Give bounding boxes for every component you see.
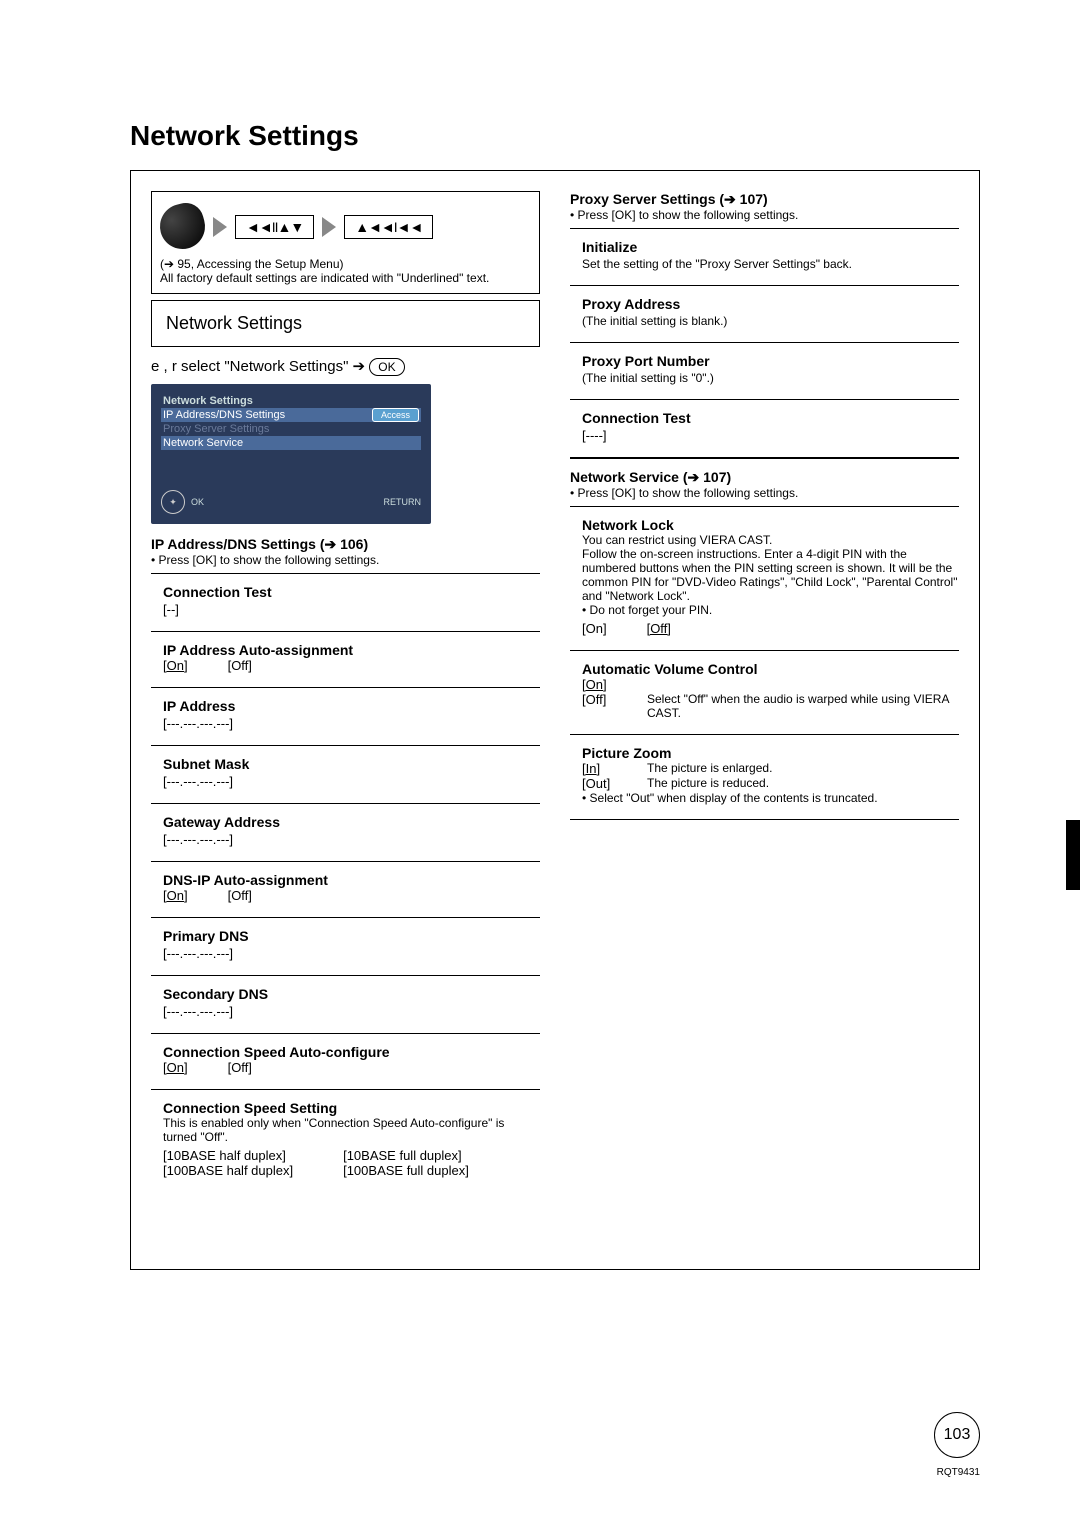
proxy-sub: • Press [OK] to show the following setti… <box>570 208 959 222</box>
paddr-title: Proxy Address <box>582 296 959 312</box>
speed-2a: [100BASE half duplex] <box>163 1163 293 1178</box>
ctest-val: [--] <box>163 602 540 617</box>
pic-in-text: The picture is enlarged. <box>647 761 772 776</box>
rctest-val: [----] <box>582 428 959 443</box>
play-icon-2 <box>322 217 336 237</box>
play-icon <box>213 217 227 237</box>
doc-code: RQT9431 <box>937 1467 980 1478</box>
rctest-title: Connection Test <box>582 410 959 426</box>
menu-panel: Network Settings <box>151 300 540 347</box>
screen-return: RETURN <box>384 497 422 507</box>
opt-off: [Off] <box>228 658 252 673</box>
page-number: 103 <box>934 1412 980 1458</box>
ctest-title: Connection Test <box>163 584 540 600</box>
remote-panel: ◄◄II▲▼ ▲◄◄I◄◄ (➔ 95, Accessing the Setup… <box>151 191 540 294</box>
lock-title: Network Lock <box>582 517 959 533</box>
ipdns-heading: IP Address/DNS Settings (➔ 106) <box>151 536 540 553</box>
dpad-icon: ✦ <box>161 490 185 514</box>
remote-ref: (➔ 95, Accessing the Setup Menu) <box>160 257 531 271</box>
screen-ok: OK <box>191 497 204 507</box>
pport-body: (The initial setting is "0".) <box>582 371 959 385</box>
avc-off-text: Select "Off" when the audio is warped wh… <box>647 692 959 720</box>
left-column: ◄◄II▲▼ ▲◄◄I◄◄ (➔ 95, Accessing the Setup… <box>151 191 540 1249</box>
subnet-title: Subnet Mask <box>163 756 540 772</box>
speedset-title: Connection Speed Setting <box>163 1100 540 1116</box>
pport-title: Proxy Port Number <box>582 353 959 369</box>
paddr-body: (The initial setting is blank.) <box>582 314 959 328</box>
secondary-title: Secondary DNS <box>163 986 540 1002</box>
content-frame: ◄◄II▲▼ ▲◄◄I◄◄ (➔ 95, Accessing the Setup… <box>130 170 980 1270</box>
side-tab <box>1066 820 1080 890</box>
pic-in: [In] <box>582 761 627 776</box>
screen-row1: IP Address/DNS Settings <box>161 408 346 422</box>
ipaddr-val: [---.---.---.---] <box>163 716 540 731</box>
ipauto-title: IP Address Auto-assignment <box>163 642 540 658</box>
opt-on: [On] <box>163 888 188 903</box>
lock-body1: You can restrict using VIERA CAST. <box>582 533 959 547</box>
right-column: Proxy Server Settings (➔ 107) • Press [O… <box>570 191 959 1249</box>
secondary-val: [---.---.---.---] <box>163 1004 540 1019</box>
opt-off: [Off] <box>228 888 252 903</box>
screen-header: Network Settings <box>161 394 421 408</box>
remote-note: All factory default settings are indicat… <box>160 271 531 285</box>
select-line: e , r select "Network Settings" ➔ <box>151 358 369 375</box>
lock-body2: Follow the on-screen instructions. Enter… <box>582 547 959 603</box>
access-btn: Access <box>372 408 419 422</box>
remote-btn-1: ◄◄II▲▼ <box>235 215 314 239</box>
avc-title: Automatic Volume Control <box>582 661 959 677</box>
opt-on: [On] <box>163 658 188 673</box>
pic-out: [Out] <box>582 776 627 791</box>
remote-icon <box>155 199 210 254</box>
remote-btn-2: ▲◄◄I◄◄ <box>344 215 433 239</box>
pic-note: • Select "Out" when display of the conte… <box>582 791 959 805</box>
gateway-val: [---.---.---.---] <box>163 832 540 847</box>
dnsauto-title: DNS-IP Auto-assignment <box>163 872 540 888</box>
opt-off: [Off] <box>647 621 671 636</box>
opt-on: [On] <box>163 1060 188 1075</box>
service-heading: Network Service (➔ 107) <box>570 469 959 486</box>
speedauto-title: Connection Speed Auto-configure <box>163 1044 540 1060</box>
opt-off: [Off] <box>228 1060 252 1075</box>
screen-row3: Network Service <box>161 436 421 450</box>
proxy-heading: Proxy Server Settings (➔ 107) <box>570 191 959 208</box>
avc-on: [On] <box>582 677 627 692</box>
init-title: Initialize <box>582 239 959 255</box>
lock-body3: • Do not forget your PIN. <box>582 603 959 617</box>
gateway-title: Gateway Address <box>163 814 540 830</box>
screen-row2: Proxy Server Settings <box>161 422 421 436</box>
subnet-val: [---.---.---.---] <box>163 774 540 789</box>
primary-val: [---.---.---.---] <box>163 946 540 961</box>
ok-button-icon: OK <box>369 358 404 376</box>
opt-on: [On] <box>582 621 607 636</box>
init-body: Set the setting of the "Proxy Server Set… <box>582 257 959 271</box>
pic-title: Picture Zoom <box>582 745 959 761</box>
service-sub: • Press [OK] to show the following setti… <box>570 486 959 500</box>
speedset-note: This is enabled only when "Connection Sp… <box>163 1116 540 1144</box>
avc-off: [Off] <box>582 692 627 720</box>
speed-1a: [10BASE half duplex] <box>163 1148 293 1163</box>
ipdns-sub: • Press [OK] to show the following setti… <box>151 553 540 567</box>
screen-preview: Network Settings IP Address/DNS Settings… <box>151 384 431 524</box>
ipaddr-title: IP Address <box>163 698 540 714</box>
page-title: Network Settings <box>130 120 980 152</box>
speed-1b: [10BASE full duplex] <box>343 1148 469 1163</box>
speed-2b: [100BASE full duplex] <box>343 1163 469 1178</box>
primary-title: Primary DNS <box>163 928 540 944</box>
pic-out-text: The picture is reduced. <box>647 776 769 791</box>
